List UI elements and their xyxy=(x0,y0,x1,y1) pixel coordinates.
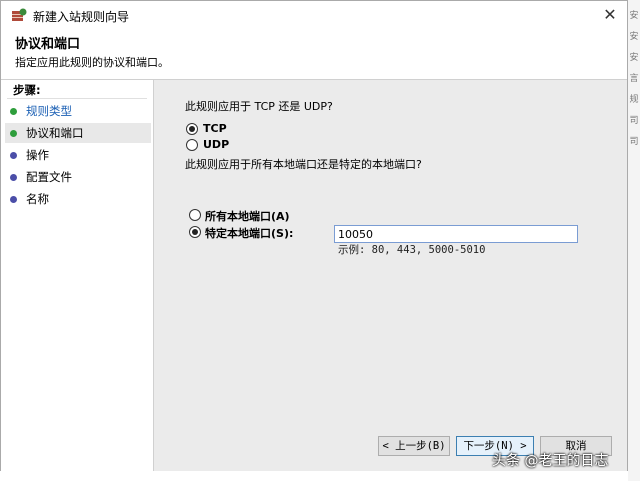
step-label: 配置文件 xyxy=(26,170,72,184)
specific-ports-radio[interactable] xyxy=(189,226,201,238)
step-pending-icon xyxy=(10,196,17,203)
steps-divider xyxy=(7,98,147,99)
background-window-strip: 安 安 安 言 规 司 司 xyxy=(628,0,640,481)
watermark: 头条 @老王的日志 xyxy=(492,453,609,469)
firewall-icon xyxy=(12,8,27,21)
strip-char: 规 xyxy=(629,95,639,105)
window-title: 新建入站规则向导 xyxy=(33,10,130,24)
page-subtitle: 指定应用此规则的协议和端口。 xyxy=(15,56,169,69)
all-ports-radio[interactable] xyxy=(189,209,201,221)
step-label: 规则类型 xyxy=(26,104,72,118)
content-pane: 此规则应用于 TCP 还是 UDP? TCP UDP 此规则应用于所有本地端口还… xyxy=(154,80,627,471)
step-label: 协议和端口 xyxy=(26,126,84,140)
step-current-icon xyxy=(10,130,17,137)
steps-sidebar: 步骤: 规则类型 协议和端口 操作 配置文件 名称 xyxy=(1,80,154,471)
steps-label: 步骤: xyxy=(13,83,41,97)
step-label: 名称 xyxy=(26,192,49,206)
step-label: 操作 xyxy=(26,148,49,162)
specific-ports-label[interactable]: 特定本地端口(S): xyxy=(205,225,293,241)
step-name: 名称 xyxy=(5,189,151,209)
step-protocol-ports[interactable]: 协议和端口 xyxy=(5,123,151,143)
step-pending-icon xyxy=(10,152,17,159)
udp-label[interactable]: UDP xyxy=(203,138,229,151)
tcp-label[interactable]: TCP xyxy=(203,122,227,135)
step-action: 操作 xyxy=(5,145,151,165)
ports-example: 示例: 80, 443, 5000-5010 xyxy=(338,244,486,256)
close-button[interactable]: ✕ xyxy=(599,4,621,26)
strip-char: 司 xyxy=(629,116,639,126)
ports-question: 此规则应用于所有本地端口还是特定的本地端口? xyxy=(185,158,422,171)
step-rule-type[interactable]: 规则类型 xyxy=(5,101,151,121)
strip-char: 安 xyxy=(629,32,639,42)
strip-char: 安 xyxy=(629,53,639,63)
step-pending-icon xyxy=(10,174,17,181)
page-title: 协议和端口 xyxy=(15,37,81,52)
all-ports-label[interactable]: 所有本地端口(A) xyxy=(205,208,290,224)
protocol-question: 此规则应用于 TCP 还是 UDP? xyxy=(185,100,333,113)
udp-radio[interactable] xyxy=(186,139,198,151)
port-input[interactable] xyxy=(334,225,578,243)
strip-char: 言 xyxy=(629,74,639,84)
strip-char: 司 xyxy=(629,137,639,147)
close-icon: ✕ xyxy=(603,5,617,24)
tcp-radio[interactable] xyxy=(186,123,198,135)
wizard-header: 协议和端口 指定应用此规则的协议和端口。 xyxy=(1,29,627,80)
wizard-window: 新建入站规则向导 ✕ 协议和端口 指定应用此规则的协议和端口。 步骤: 规则类型… xyxy=(0,0,628,471)
back-button[interactable]: < 上一步(B) xyxy=(378,436,450,456)
title-bar[interactable]: 新建入站规则向导 ✕ xyxy=(1,1,627,29)
strip-char: 安 xyxy=(629,11,639,21)
step-done-icon xyxy=(10,108,17,115)
step-profile: 配置文件 xyxy=(5,167,151,187)
